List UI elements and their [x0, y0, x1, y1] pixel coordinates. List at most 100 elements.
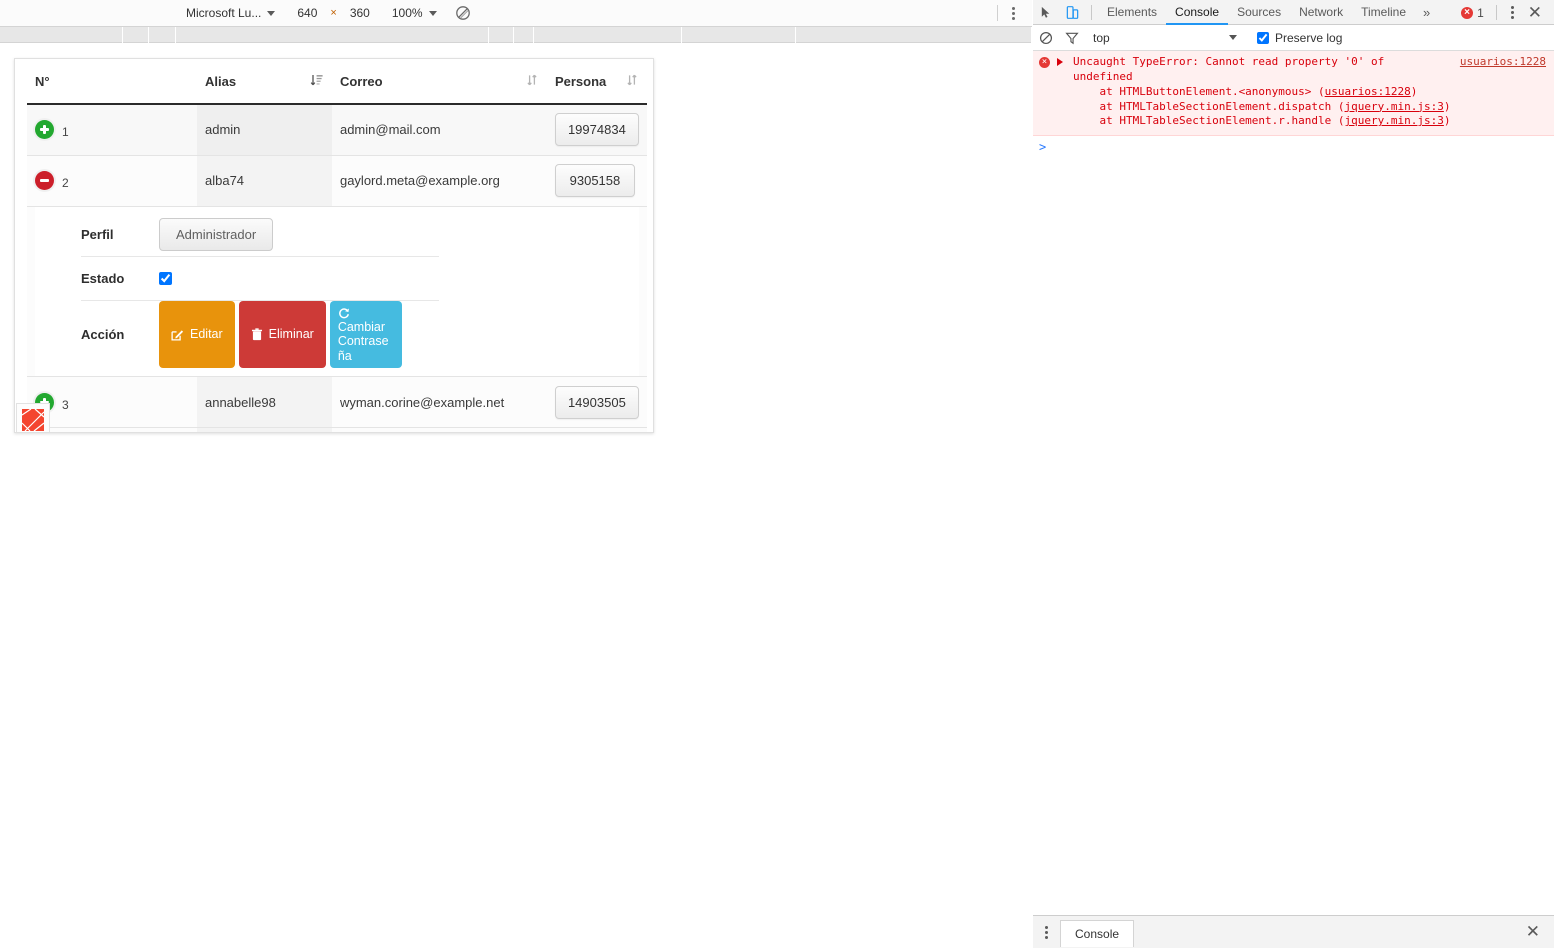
- console-context-select[interactable]: top: [1085, 25, 1245, 51]
- column-header-alias[interactable]: Alias: [196, 59, 332, 105]
- toolbar-divider: [997, 5, 998, 21]
- clear-console-icon[interactable]: [1033, 25, 1059, 51]
- tabbar-divider: [1495, 5, 1497, 20]
- table-header-row: N° Alias Correo Persona: [27, 59, 647, 105]
- chevron-down-icon: [428, 10, 437, 16]
- devtools-menu-button[interactable]: [1503, 6, 1522, 19]
- drawer-menu-button[interactable]: [1033, 925, 1060, 939]
- expand-arrow-icon[interactable]: [1057, 58, 1063, 66]
- row-number: 2: [62, 176, 69, 190]
- estado-checkbox[interactable]: [159, 271, 172, 285]
- console-filter-bar: top Preserve log: [1033, 25, 1554, 51]
- emulated-page-frame: N° Alias Correo Persona 1 admin admin@ma…: [0, 44, 1032, 948]
- prompt-caret-icon: >: [1039, 140, 1047, 155]
- dimension-separator: ×: [330, 7, 337, 19]
- cell-correo: [331, 427, 547, 432]
- red-broken-tile-icon[interactable]: [16, 403, 50, 432]
- column-header-persona[interactable]: Persona: [546, 59, 647, 105]
- estado-label: Estado: [81, 270, 125, 286]
- users-table: N° Alias Correo Persona 1 admin admin@ma…: [27, 59, 647, 432]
- sort-amount-desc-icon: [310, 73, 324, 90]
- stack-frame-link[interactable]: jquery.min.js:3: [1345, 100, 1444, 113]
- persona-button[interactable]: 14903505: [554, 385, 639, 419]
- drawer-tab-console[interactable]: Console: [1060, 919, 1135, 947]
- emulated-viewport-pane: Microsoft Lu... 640 × 360 100% N° Alias …: [0, 0, 1032, 948]
- device-select[interactable]: Microsoft Lu...: [182, 0, 279, 26]
- tabbar-divider: [1091, 4, 1092, 20]
- column-header-numero[interactable]: N°: [27, 59, 197, 105]
- viewport-ruler[interactable]: [0, 26, 1032, 44]
- drawer-close-icon[interactable]: ✕: [1512, 922, 1554, 942]
- devtools-tabbar: Elements Console Sources Network Timelin…: [1033, 0, 1554, 25]
- console-error-source-link[interactable]: usuarios:1228: [1460, 55, 1546, 70]
- tab-elements[interactable]: Elements: [1098, 0, 1166, 25]
- users-table-head: N° Alias Correo Persona: [27, 59, 647, 105]
- delete-button-label: Eliminar: [268, 327, 314, 342]
- trash-icon: [251, 328, 263, 341]
- sort-updown-icon: [525, 73, 539, 90]
- table-row[interactable]: 1 admin admin@mail.com 19974834: [27, 104, 647, 156]
- console-prompt[interactable]: >: [1033, 136, 1554, 158]
- kebab-dot: [1012, 6, 1015, 10]
- more-tabs-button[interactable]: »: [1415, 5, 1438, 20]
- cell-numero: 1: [27, 104, 197, 156]
- row-number: 3: [62, 397, 69, 412]
- persona-button[interactable]: 19974834: [554, 113, 639, 147]
- tab-timeline[interactable]: Timeline: [1352, 0, 1415, 25]
- table-row[interactable]: [27, 427, 647, 432]
- error-icon: ×: [1039, 57, 1050, 68]
- stack-frame: at HTMLTableSectionElement.r.handle (jqu…: [1073, 114, 1548, 129]
- delete-button[interactable]: Eliminar: [238, 300, 326, 368]
- filter-funnel-icon[interactable]: [1059, 25, 1085, 51]
- device-toolbar-menu-button[interactable]: [1007, 0, 1020, 26]
- detail-cell: Perfil Administrador Estado Acción Edita…: [27, 206, 647, 377]
- console-context-label: top: [1093, 30, 1110, 45]
- collapse-row-button[interactable]: [35, 171, 54, 190]
- perfil-value-button[interactable]: Administrador: [159, 217, 274, 251]
- table-row[interactable]: 3 annabelle98 wyman.corine@example.net 1…: [27, 376, 647, 428]
- user-detail: Perfil Administrador Estado Acción Edita…: [35, 206, 639, 376]
- console-error-stack: at HTMLButtonElement.<anonymous> (usuari…: [1073, 85, 1548, 130]
- cell-persona: 19974834: [546, 104, 647, 156]
- tab-network[interactable]: Network: [1290, 0, 1352, 25]
- zoom-select[interactable]: 100%: [388, 0, 441, 26]
- accion-label: Acción: [81, 326, 125, 342]
- error-count-label: 1: [1477, 5, 1484, 20]
- device-name-label: Microsoft Lu...: [186, 6, 262, 20]
- edit-button[interactable]: Editar: [159, 300, 235, 368]
- preserve-log-checkbox[interactable]: [1257, 31, 1269, 44]
- row-number: 1: [62, 125, 69, 140]
- column-label: Alias: [204, 74, 237, 89]
- viewport-height-input[interactable]: 360: [346, 0, 374, 26]
- column-header-correo[interactable]: Correo: [331, 59, 547, 105]
- stack-frame-link[interactable]: usuarios:1228: [1325, 85, 1411, 98]
- viewport-width-input[interactable]: 640: [293, 0, 321, 26]
- inspect-element-icon[interactable]: [1033, 0, 1059, 25]
- zoom-level-label: 100%: [391, 6, 423, 20]
- kebab-dot: [1012, 16, 1015, 20]
- error-count-badge[interactable]: × 1: [1455, 6, 1490, 20]
- cell-alias: annabelle98: [196, 376, 332, 428]
- device-toolbar-icon[interactable]: [1059, 0, 1085, 25]
- console-error-entry[interactable]: × Uncaught TypeError: Cannot read proper…: [1033, 51, 1554, 137]
- pencil-square-icon: [171, 328, 184, 341]
- cell-alias: admin: [196, 104, 332, 156]
- stack-frame-link[interactable]: jquery.min.js:3: [1345, 114, 1444, 127]
- cell-alias: alba74: [196, 155, 332, 207]
- emulated-page-content: N° Alias Correo Persona 1 admin admin@ma…: [14, 58, 654, 433]
- stack-frame: at HTMLTableSectionElement.dispatch (jqu…: [1073, 100, 1548, 115]
- row-detail-panel: Perfil Administrador Estado Acción Edita…: [27, 206, 647, 377]
- preserve-log-toggle[interactable]: Preserve log: [1257, 31, 1342, 45]
- change-password-button[interactable]: Cambiar Contraseña: [329, 300, 402, 368]
- rotate-disabled-icon[interactable]: [455, 5, 471, 21]
- persona-button[interactable]: 9305158: [554, 164, 635, 197]
- tab-sources[interactable]: Sources: [1228, 0, 1290, 25]
- cell-alias: [196, 427, 332, 432]
- devtools-panel: Elements Console Sources Network Timelin…: [1033, 0, 1554, 948]
- stack-frame-text: at HTMLButtonElement.<anonymous> (: [1073, 84, 1325, 98]
- expand-row-button[interactable]: [35, 120, 54, 140]
- table-row[interactable]: 2 alba74 gaylord.meta@example.org 930515…: [27, 155, 647, 207]
- stack-frame-tail: ): [1443, 114, 1451, 128]
- close-icon[interactable]: ✕: [1522, 0, 1554, 25]
- tab-console[interactable]: Console: [1166, 0, 1229, 25]
